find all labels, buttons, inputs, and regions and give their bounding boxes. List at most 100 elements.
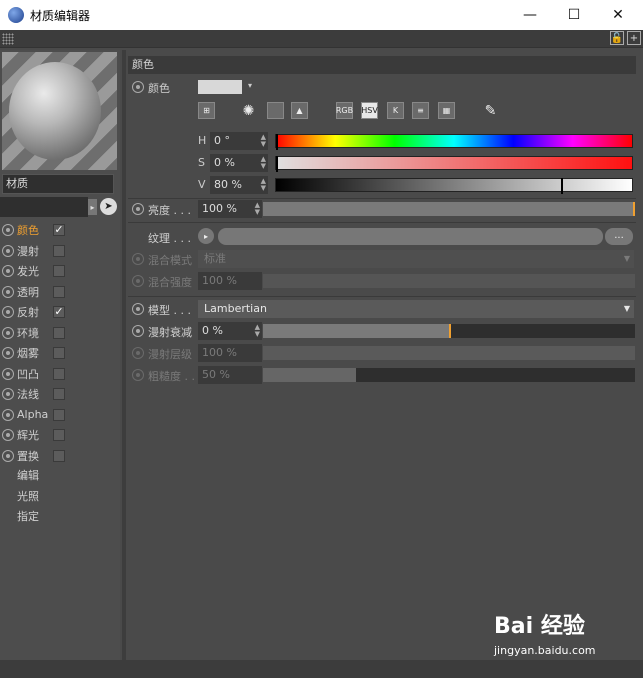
brightness-field[interactable]: 100 % ▲ ▼ (198, 200, 262, 218)
channel-label[interactable]: 凹凸 (17, 366, 51, 382)
channel-item[interactable]: 环境 (0, 323, 120, 344)
value-slider[interactable] (275, 178, 633, 194)
animate-radio[interactable] (132, 203, 144, 215)
animate-radio[interactable] (2, 347, 14, 360)
channel-checkbox[interactable]: ✓ (53, 306, 65, 318)
gradient-icon[interactable] (267, 102, 284, 119)
minimize-button[interactable]: — (508, 0, 552, 30)
blend-strength-field[interactable]: 100 % (198, 272, 262, 290)
animate-radio[interactable] (2, 408, 14, 421)
channel-checkbox[interactable] (53, 367, 65, 380)
animate-radio[interactable] (132, 369, 144, 381)
animate-radio[interactable] (2, 306, 14, 319)
animate-radio[interactable] (2, 449, 14, 462)
blend-strength-slider[interactable] (263, 274, 635, 288)
channel-item[interactable]: 漫射 (0, 241, 120, 262)
channel-extra-item[interactable]: 编辑 (0, 466, 120, 487)
channel-extra-item[interactable]: 指定 (0, 507, 120, 528)
value-handle[interactable] (560, 178, 563, 194)
channel-item[interactable]: 颜色 ✓ (0, 220, 120, 241)
diffuse-level-field[interactable]: 100 % (198, 344, 262, 362)
channel-label[interactable]: 法线 (17, 386, 51, 402)
add-icon[interactable]: + (627, 31, 641, 45)
diffuse-level-slider[interactable] (263, 346, 635, 360)
channel-label[interactable]: 透明 (17, 284, 51, 300)
lock-icon[interactable]: 🔓 (610, 31, 624, 45)
hue-field[interactable]: 0 ° ▲ ▼ (210, 132, 268, 150)
pick-arrow-icon[interactable]: ➤ (100, 198, 117, 215)
roughness-field[interactable]: 50 % (198, 366, 262, 384)
animate-radio[interactable] (2, 285, 14, 298)
animate-radio[interactable] (132, 81, 144, 93)
channel-label[interactable]: 置换 (17, 448, 51, 464)
saturation-handle[interactable] (276, 156, 278, 172)
channel-label[interactable]: 发光 (17, 263, 51, 279)
swatches-icon[interactable]: ▦ (438, 102, 455, 119)
animate-radio[interactable] (132, 303, 144, 315)
saturation-field[interactable]: 0 % ▲ ▼ (210, 154, 268, 172)
animate-radio[interactable] (2, 224, 14, 237)
animate-radio[interactable] (2, 265, 14, 278)
channel-label[interactable]: 漫射 (17, 243, 51, 259)
channel-item[interactable]: Alpha (0, 405, 120, 426)
channel-item[interactable]: 法线 (0, 384, 120, 405)
animate-radio[interactable] (132, 253, 144, 265)
hue-handle[interactable] (276, 134, 278, 150)
brightness-handle[interactable] (633, 202, 635, 216)
texture-slot[interactable] (218, 228, 603, 245)
roughness-slider[interactable] (263, 368, 635, 382)
hue-slider[interactable] (275, 134, 633, 150)
material-link-field[interactable] (0, 197, 88, 217)
channel-item[interactable]: 置换 (0, 446, 120, 467)
swatch-dropdown-icon[interactable]: ▾ (248, 81, 252, 90)
animate-radio[interactable] (2, 367, 14, 380)
channel-label[interactable]: 辉光 (17, 427, 51, 443)
diffuse-falloff-field[interactable]: 0 % ▲ ▼ (198, 322, 262, 340)
channel-item[interactable]: 透明 (0, 282, 120, 303)
color-wheel-icon[interactable]: ⊞ (198, 102, 215, 119)
channel-checkbox[interactable] (53, 429, 65, 441)
channel-label[interactable]: 烟雾 (17, 345, 51, 361)
brightness-slider[interactable] (263, 202, 635, 216)
blend-mode-dropdown[interactable]: 标准 ▼ (198, 250, 634, 268)
channel-checkbox[interactable] (53, 244, 65, 257)
animate-radio[interactable] (2, 244, 14, 257)
maximize-button[interactable]: ☐ (552, 0, 596, 30)
animate-radio[interactable] (2, 326, 14, 339)
channel-checkbox[interactable] (53, 285, 65, 298)
channel-label[interactable]: Alpha (17, 408, 51, 421)
eyedropper-icon[interactable]: ✎ (482, 102, 499, 119)
channel-checkbox[interactable] (53, 449, 65, 462)
material-name-field[interactable]: 材质 (2, 174, 114, 194)
animate-radio[interactable] (132, 347, 144, 359)
texture-menu-icon[interactable]: ▸ (198, 228, 214, 244)
animate-radio[interactable] (2, 388, 14, 401)
channel-item[interactable]: 发光 (0, 261, 120, 282)
channel-item[interactable]: 反射 ✓ (0, 302, 120, 323)
hsv-mode-button[interactable]: HSV (361, 102, 378, 119)
saturation-slider[interactable] (275, 156, 633, 172)
color-swatch[interactable] (198, 80, 242, 94)
channel-label[interactable]: 颜色 (17, 222, 51, 238)
spectrum-icon[interactable]: ✺ (240, 102, 257, 119)
diffuse-falloff-handle[interactable] (449, 324, 451, 338)
diffuse-falloff-slider[interactable] (263, 324, 635, 338)
mixer-icon[interactable]: ≡ (412, 102, 429, 119)
channel-checkbox[interactable]: ✓ (53, 224, 65, 236)
model-dropdown[interactable]: Lambertian ▼ (198, 300, 634, 318)
expand-arrow-icon[interactable]: ▸ (88, 199, 97, 215)
channel-item[interactable]: 凹凸 (0, 364, 120, 385)
channel-label[interactable]: 环境 (17, 325, 51, 341)
material-preview[interactable] (2, 52, 117, 170)
channel-checkbox[interactable] (53, 265, 65, 277)
grip-icon[interactable] (2, 33, 14, 45)
channel-extra-item[interactable]: 光照 (0, 487, 120, 508)
value-field[interactable]: 80 % ▲ ▼ (210, 176, 268, 194)
close-button[interactable]: ✕ (596, 0, 640, 30)
channel-checkbox[interactable] (53, 388, 65, 400)
panel-divider[interactable] (122, 50, 126, 660)
animate-radio[interactable] (2, 429, 14, 442)
channel-item[interactable]: 辉光 (0, 425, 120, 446)
channel-item[interactable]: 烟雾 (0, 343, 120, 364)
animate-radio[interactable] (132, 325, 144, 337)
